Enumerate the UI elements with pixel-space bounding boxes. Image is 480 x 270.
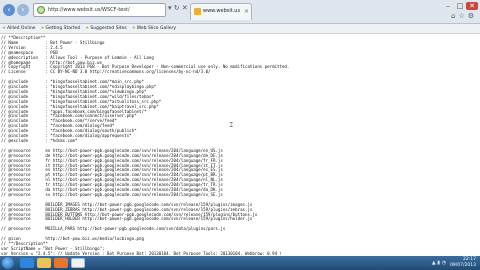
- favorite-link[interactable]: ★Allied Online: [0, 24, 38, 34]
- close-window-button[interactable]: ✕: [466, 2, 478, 10]
- window-controls: – □ ✕: [442, 2, 478, 10]
- browser-window-icon[interactable]: [71, 258, 85, 268]
- browser-toolbar: ‹ › http://www.websit.us/WSCF-test/ ▾ ↻ …: [0, 0, 480, 24]
- favorite-link[interactable]: ★Suggested Sites: [83, 24, 129, 34]
- forward-button[interactable]: ›: [17, 4, 29, 16]
- mouse-cursor-icon: ⌶: [229, 121, 234, 129]
- tab-close-icon[interactable]: ×: [244, 4, 249, 19]
- media-player-icon[interactable]: [54, 258, 68, 268]
- browser-tab[interactable]: www.websit.us ×: [190, 3, 252, 20]
- home-icon[interactable]: ⌂: [451, 12, 455, 20]
- favorites-bar: ★Allied Online ★Getting Started ★Suggested…: [0, 24, 480, 34]
- site-favicon-icon: [194, 8, 201, 15]
- favorites-star-icon[interactable]: ☆: [458, 12, 464, 20]
- forward-arrow-icon: ›: [21, 5, 25, 14]
- maximize-button[interactable]: □: [454, 2, 466, 10]
- back-button[interactable]: ‹: [3, 4, 15, 16]
- folder-icon[interactable]: [37, 258, 51, 268]
- code-line: var Version = "2.4.5"; // Update Version…: [1, 250, 282, 255]
- browser-tools: ⌂ ☆ ⚙: [448, 12, 474, 20]
- clock[interactable]: 22:17 09/07/2013: [450, 257, 476, 269]
- tray-icons[interactable]: ▲ ▮ ◔: [432, 260, 446, 266]
- start-button[interactable]: [2, 257, 14, 269]
- favorite-icon: ★: [131, 26, 136, 31]
- page-content[interactable]: // **Description**// Name : Bot Power - …: [0, 35, 480, 255]
- minimize-button[interactable]: –: [442, 2, 454, 10]
- favorite-link[interactable]: ★Web Slice Gallery: [130, 24, 179, 34]
- favorite-icon: ★: [85, 26, 90, 31]
- back-arrow-icon: ‹: [7, 5, 11, 14]
- address-bar[interactable]: http://www.websit.us/WSCF-test/: [33, 3, 166, 17]
- favorite-icon: ★: [40, 26, 45, 31]
- internet-explorer-icon[interactable]: [20, 258, 34, 268]
- tab-title: www.websit.us: [203, 8, 241, 14]
- settings-gear-icon[interactable]: ⚙: [468, 12, 474, 20]
- source-code-listing: // **Description**// Name : Bot Power - …: [0, 35, 480, 255]
- address-actions[interactable]: ▾ ↻ ✕: [168, 4, 188, 12]
- page-globe-icon: [37, 6, 45, 14]
- address-url: http://www.websit.us/WSCF-test/: [48, 7, 130, 13]
- clock-date: 09/07/2013: [450, 263, 476, 268]
- favorite-link[interactable]: ★Getting Started: [38, 24, 83, 34]
- taskbar: ▲ ▮ ◔ 22:17 09/07/2013: [0, 256, 480, 270]
- favorite-icon: ★: [2, 26, 7, 31]
